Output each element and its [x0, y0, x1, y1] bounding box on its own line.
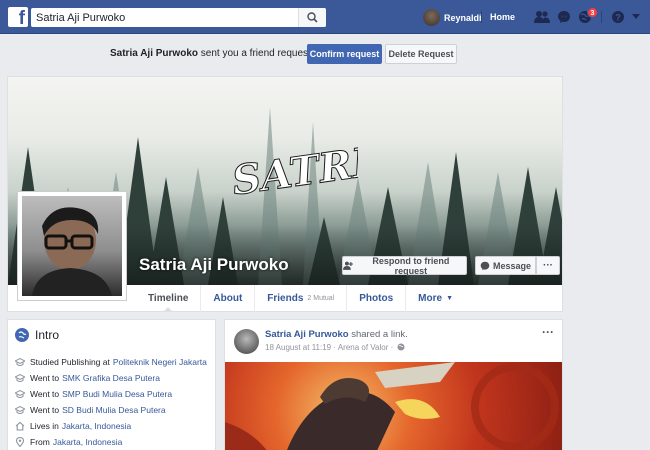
game-artwork-illustration — [225, 362, 559, 450]
notification-count-badge: 3 — [587, 7, 598, 18]
intro-item-education: Went to SD Budi Mulia Desa Putera — [15, 402, 207, 418]
profile-name[interactable]: Satria Aji Purwoko — [139, 255, 289, 275]
add-friend-icon — [343, 261, 353, 270]
nav-separator-2 — [601, 11, 602, 23]
profile-person-illustration — [32, 207, 112, 296]
chevron-down-icon: ▼ — [446, 295, 453, 302]
post-timestamp[interactable]: 18 August at 11:19 — [265, 343, 331, 352]
post-action-text: shared a link. — [348, 329, 408, 340]
intro-item-education: Went to SMP Budi Mulia Desa Putera — [15, 386, 207, 402]
search-box — [31, 8, 326, 27]
facebook-logo[interactable]: f — [8, 7, 28, 29]
profile-picture — [22, 196, 122, 296]
confirm-request-button[interactable]: Confirm request — [307, 44, 382, 64]
respond-friend-request-button[interactable]: Respond to friend request — [342, 255, 467, 276]
graduation-cap-icon — [15, 389, 25, 398]
intro-link-hometown[interactable]: Jakarta, Indonesia — [53, 437, 122, 447]
post-shared-link-image[interactable] — [225, 362, 562, 450]
post-author-avatar[interactable] — [234, 329, 259, 354]
intro-link-current-city[interactable]: Jakarta, Indonesia — [62, 421, 131, 431]
public-globe-icon[interactable] — [397, 343, 405, 351]
tab-friends[interactable]: Friends 2 Mutual — [254, 285, 346, 312]
intro-item-from: From Jakarta, Indonesia — [15, 434, 207, 450]
nav-home-link[interactable]: Home — [490, 12, 515, 22]
intro-link-college[interactable]: Politeknik Negeri Jakarta — [113, 357, 207, 367]
svg-text:?: ? — [615, 13, 621, 23]
account-menu-caret-icon[interactable] — [632, 14, 640, 20]
nav-avatar — [423, 9, 440, 26]
help-icon[interactable]: ? — [611, 10, 625, 24]
home-icon — [15, 421, 25, 431]
intro-link-high-school[interactable]: SMK Grafika Desa Putera — [62, 373, 160, 383]
post-options-button[interactable]: ··· — [542, 325, 554, 339]
respond-label: Respond to friend request — [372, 255, 450, 276]
friend-request-bar: Satria Aji Purwoko sent you a friend req… — [0, 42, 650, 64]
profile-tabs: Timeline About Friends 2 Mutual Photos Mo… — [136, 285, 465, 312]
cover-graffiti-logo: SATRIA — [229, 135, 358, 205]
post-author-name[interactable]: Satria Aji Purwoko — [265, 329, 349, 340]
friend-request-text: sent you a friend request — [197, 48, 311, 59]
nav-user-name: Reynaldi — [444, 12, 482, 23]
profile-picture-frame[interactable] — [17, 191, 127, 301]
timeline-post: Satria Aji Purwoko shared a link. 18 Aug… — [224, 319, 563, 450]
globe-icon — [15, 328, 29, 342]
search-icon — [307, 12, 318, 23]
intro-item-lives-in: Lives in Jakarta, Indonesia — [15, 418, 207, 434]
friend-requests-icon[interactable] — [534, 10, 550, 24]
post-location[interactable]: Arena of Valor — [338, 343, 389, 352]
intro-link-junior-high[interactable]: SMP Budi Mulia Desa Putera — [62, 389, 172, 399]
messenger-icon[interactable] — [557, 10, 571, 24]
profile-more-button[interactable]: ··· — [536, 256, 560, 275]
message-label: Message — [492, 260, 532, 271]
intro-title: Intro — [35, 328, 60, 342]
nav-separator — [481, 11, 482, 23]
graduation-cap-icon — [15, 373, 25, 382]
graduation-cap-icon — [15, 357, 25, 366]
tab-about[interactable]: About — [200, 285, 254, 312]
post-header: Satria Aji Purwoko shared a link. — [265, 329, 408, 340]
intro-item-education: Studied Publishing at Politeknik Negeri J… — [15, 354, 207, 370]
intro-card: Intro Studied Publishing at Politeknik Ne… — [7, 319, 216, 450]
delete-request-button[interactable]: Delete Request — [385, 44, 457, 64]
svg-text:SATRIA: SATRIA — [229, 135, 358, 205]
nav-profile-link[interactable]: Reynaldi — [423, 9, 482, 26]
search-input[interactable] — [31, 8, 291, 27]
top-navigation-bar: f Reynaldi Home 3 ? — [0, 0, 650, 34]
tab-photos[interactable]: Photos — [346, 285, 405, 312]
message-button[interactable]: Message — [475, 256, 536, 275]
intro-header: Intro — [15, 328, 59, 342]
location-pin-icon — [15, 437, 25, 447]
mutual-friends-count: 2 Mutual — [307, 295, 335, 302]
profile-header-card: SATRIA Satria Aji Purwoko Respond to fri… — [7, 76, 563, 312]
intro-link-elementary[interactable]: SD Budi Mulia Desa Putera — [62, 405, 165, 415]
friend-request-message: Satria Aji Purwoko sent you a friend req… — [110, 48, 311, 59]
tab-more[interactable]: More ▼ — [405, 285, 465, 312]
graduation-cap-icon — [15, 405, 25, 414]
intro-list: Studied Publishing at Politeknik Negeri J… — [15, 354, 207, 450]
messenger-small-icon — [480, 261, 490, 270]
post-meta: 18 August at 11:19 · Arena of Valor · — [265, 343, 405, 352]
friend-request-sender[interactable]: Satria Aji Purwoko — [110, 48, 198, 59]
search-button[interactable] — [298, 8, 326, 27]
intro-item-education: Went to SMK Grafika Desa Putera — [15, 370, 207, 386]
tab-timeline[interactable]: Timeline — [136, 285, 200, 312]
